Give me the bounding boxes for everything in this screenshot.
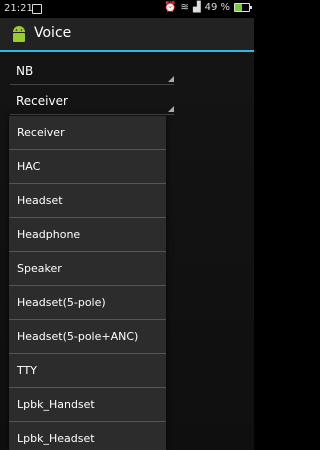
status-bar: 21:21 ⏰ ≋ ▟ 49 % xyxy=(0,0,254,18)
dropdown-item-speaker[interactable]: Speaker xyxy=(9,252,166,286)
battery-icon xyxy=(234,3,252,12)
status-icons: ⏰ ≋ ▟ 49 % xyxy=(164,2,252,13)
dropdown-triangle-icon xyxy=(168,106,174,112)
dropdown-item-lpbk-headset[interactable]: Lpbk_Headset xyxy=(9,422,166,450)
page-title: Voice xyxy=(34,25,72,41)
notification-icon xyxy=(32,4,42,14)
dropdown-item-headphone[interactable]: Headphone xyxy=(9,218,166,252)
band-spinner-value: NB xyxy=(16,64,34,78)
dropdown-item-headset-5-pole[interactable]: Headset(5-pole) xyxy=(9,286,166,320)
device-spinner[interactable]: Receiver xyxy=(10,92,174,115)
dropdown-item-tty[interactable]: TTY xyxy=(9,354,166,388)
battery-percent: 49 % xyxy=(204,2,230,13)
band-spinner[interactable]: NB xyxy=(10,62,174,85)
device-spinner-value: Receiver xyxy=(16,94,68,108)
action-bar: Voice xyxy=(0,18,254,52)
dropdown-item-hac[interactable]: HAC xyxy=(9,150,166,184)
wifi-icon: ≋ xyxy=(180,2,189,13)
device-dropdown-list: Receiver HAC Headset Headphone Speaker H… xyxy=(9,116,166,450)
dropdown-triangle-icon xyxy=(168,76,174,82)
dropdown-item-lpbk-handset[interactable]: Lpbk_Handset xyxy=(9,388,166,422)
status-time: 21:21 xyxy=(4,3,33,14)
dropdown-item-headset-5-pole-anc[interactable]: Headset(5-pole+ANC) xyxy=(9,320,166,354)
signal-icon: ▟ xyxy=(192,2,201,13)
dropdown-item-receiver[interactable]: Receiver xyxy=(9,116,166,150)
dropdown-item-headset[interactable]: Headset xyxy=(9,184,166,218)
android-app-icon xyxy=(13,26,25,42)
alarm-icon: ⏰ xyxy=(164,2,177,13)
